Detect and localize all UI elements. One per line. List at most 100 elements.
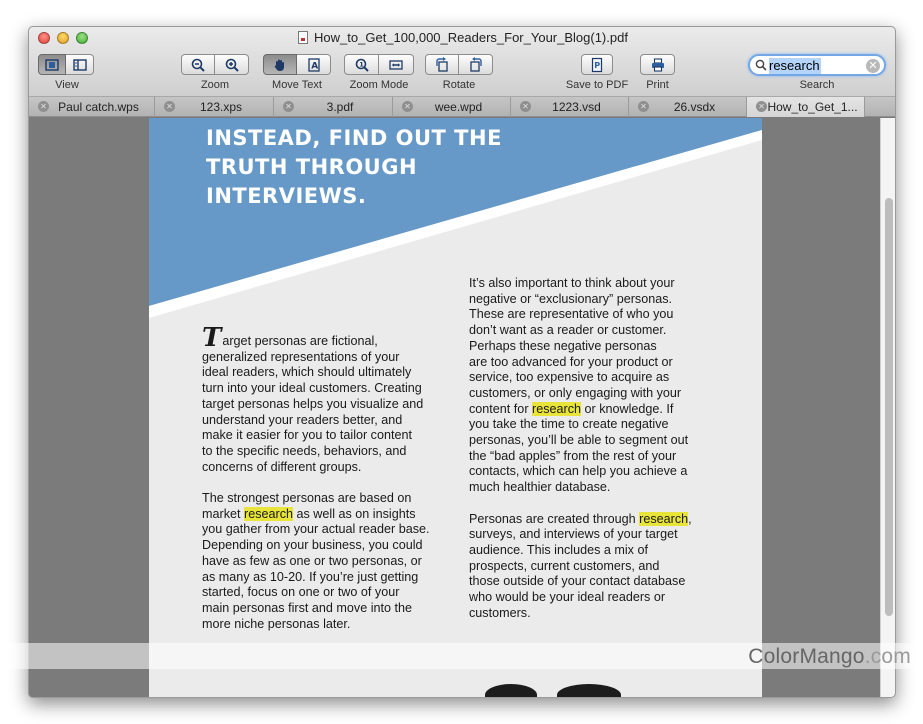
- tab-close-icon[interactable]: ✕: [638, 101, 649, 112]
- svg-text:A: A: [311, 61, 318, 71]
- single-page-icon: [45, 58, 59, 71]
- print-button[interactable]: [640, 54, 675, 75]
- text-line: content for: [469, 401, 533, 416]
- rotate-left-button[interactable]: [425, 54, 459, 75]
- text-line: ideal readers, which should ultimately: [202, 365, 412, 380]
- text-line: or knowledge. If: [581, 401, 674, 416]
- text-line: main personas first and move into the: [202, 600, 413, 615]
- titlebar: How_to_Get_100,000_Readers_For_Your_Blog…: [29, 27, 895, 97]
- rotate-segmented-control: [425, 54, 493, 75]
- tab-close-icon[interactable]: ✕: [164, 101, 175, 112]
- text-select-tool-button[interactable]: A: [297, 54, 331, 75]
- headline-line: INSTEAD, FIND OUT THE: [206, 126, 502, 150]
- rotate-right-button[interactable]: [459, 54, 493, 75]
- text-line: understand your readers better, and: [202, 412, 403, 427]
- text-line: Personas are created through: [469, 511, 640, 526]
- tab-paul-catch[interactable]: ✕ Paul catch.wps: [29, 97, 155, 117]
- tab-wee-wpd[interactable]: ✕ wee.wpd: [393, 97, 511, 117]
- print-label: Print: [646, 79, 669, 91]
- document-viewer[interactable]: INSTEAD, FIND OUT THE TRUTH THROUGH INTE…: [29, 118, 895, 697]
- tab-3-pdf[interactable]: ✕ 3.pdf: [274, 97, 393, 117]
- actual-size-button[interactable]: 1: [344, 54, 379, 75]
- text-line: make it easier for you to tailor content: [202, 428, 412, 443]
- tab-close-icon[interactable]: ✕: [283, 101, 294, 112]
- right-column: It’s also important to think about your …: [469, 276, 719, 637]
- svg-text:1: 1: [359, 60, 364, 68]
- search-input[interactable]: research: [769, 58, 821, 74]
- text-line: concerns of different groups.: [202, 459, 362, 474]
- hand-icon: [274, 59, 284, 71]
- view-segmented-control: [38, 54, 94, 75]
- text-line: market: [202, 506, 244, 521]
- fit-width-button[interactable]: [379, 54, 414, 75]
- text-line: It’s also important to think about your: [469, 276, 675, 290]
- text-line: surveys, and interviews of your target: [469, 527, 678, 542]
- app-window: How_to_Get_100,000_Readers_For_Your_Blog…: [28, 26, 896, 698]
- text-line: generalized representations of your: [202, 349, 400, 364]
- svg-text:P: P: [594, 61, 600, 70]
- zoom-out-icon: [191, 58, 205, 72]
- tab-123-xps[interactable]: ✕ 123.xps: [155, 97, 274, 117]
- sidebar-icon: [72, 58, 87, 71]
- window-title: How_to_Get_100,000_Readers_For_Your_Blog…: [314, 30, 628, 45]
- single-page-view-button[interactable]: [38, 54, 66, 75]
- zoom-in-icon: [225, 58, 239, 72]
- document-tab-bar: ✕ Paul catch.wps ✕ 123.xps ✕ 3.pdf ✕ wee…: [29, 97, 895, 117]
- tab-close-icon[interactable]: ✕: [402, 101, 413, 112]
- zoom-out-button[interactable]: [181, 54, 215, 75]
- tab-close-icon[interactable]: ✕: [756, 101, 767, 112]
- text-line: much healthier database.: [469, 480, 611, 495]
- pdf-page: INSTEAD, FIND OUT THE TRUTH THROUGH INTE…: [149, 118, 762, 697]
- text-line: turn into your ideal customers. Creating: [202, 381, 422, 396]
- move-text-label: Move Text: [272, 79, 322, 91]
- paragraph: The strongest personas are based on mark…: [202, 491, 452, 632]
- text-line: customers, or only engaging with your: [469, 385, 682, 400]
- search-highlight[interactable]: research: [639, 511, 689, 526]
- save-to-pdf-button[interactable]: P: [581, 54, 613, 75]
- scrollbar-thumb[interactable]: [885, 198, 893, 616]
- vertical-scrollbar[interactable]: [880, 118, 895, 697]
- text-line: ,: [688, 511, 692, 526]
- text-line: you gather from your actual reader base.: [202, 522, 430, 537]
- move-text-segmented-control: A: [263, 54, 331, 75]
- drop-cap: T: [202, 323, 222, 353]
- text-line: those outside of your contact database: [469, 574, 686, 589]
- zoom-in-button[interactable]: [215, 54, 249, 75]
- zoom-segmented-control: [181, 54, 249, 75]
- text-line: don’t want as a reader or customer.: [469, 323, 667, 338]
- rotate-left-icon: [436, 56, 448, 72]
- sidebar-view-button[interactable]: [66, 54, 94, 75]
- text-cursor-icon: A: [307, 57, 320, 72]
- tab-how-to-get[interactable]: ✕ How_to_Get_1...: [747, 97, 865, 117]
- actual-size-icon: 1: [355, 58, 369, 72]
- headline-line: TRUTH THROUGH: [206, 155, 418, 179]
- text-line: contacts, which can help you achieve a: [469, 464, 688, 479]
- search-highlight[interactable]: research: [244, 506, 293, 521]
- hand-tool-button[interactable]: [263, 54, 297, 75]
- clear-search-icon[interactable]: ✕: [866, 59, 880, 73]
- text-line: service, too expensive to acquire as: [469, 370, 670, 385]
- text-line: more niche personas later.: [202, 616, 351, 631]
- tab-1223-vsd[interactable]: ✕ 1223.vsd: [511, 97, 629, 117]
- pdf-document-icon: [298, 31, 309, 44]
- zoom-label: Zoom: [200, 79, 230, 91]
- watermark: ColorMango.com: [748, 645, 911, 669]
- text-line: customers.: [469, 605, 531, 620]
- tab-26-vsdx[interactable]: ✕ 26.vsdx: [629, 97, 747, 117]
- search-field[interactable]: research ✕: [748, 54, 886, 76]
- search-label: Search: [799, 79, 835, 91]
- rotate-right-icon: [469, 56, 482, 72]
- search-highlight[interactable]: research: [532, 401, 582, 416]
- text-line: Depending on your business, you could: [202, 538, 423, 553]
- text-line: as many as 10-20. If you’re just getting: [202, 569, 419, 584]
- text-line: The strongest personas are based on: [202, 491, 412, 506]
- headline-line: INTERVIEWS.: [206, 184, 367, 208]
- tab-close-icon[interactable]: ✕: [520, 101, 531, 112]
- text-line: have as few as one or two personas, or: [202, 553, 422, 568]
- save-pdf-group: P: [581, 54, 613, 75]
- text-line: who would be your ideal readers or: [469, 590, 666, 605]
- tab-close-icon[interactable]: ✕: [38, 101, 49, 112]
- paragraph: Personas are created through research, s…: [469, 511, 719, 622]
- decorative-shape: [485, 684, 537, 697]
- decorative-shape: [557, 684, 621, 697]
